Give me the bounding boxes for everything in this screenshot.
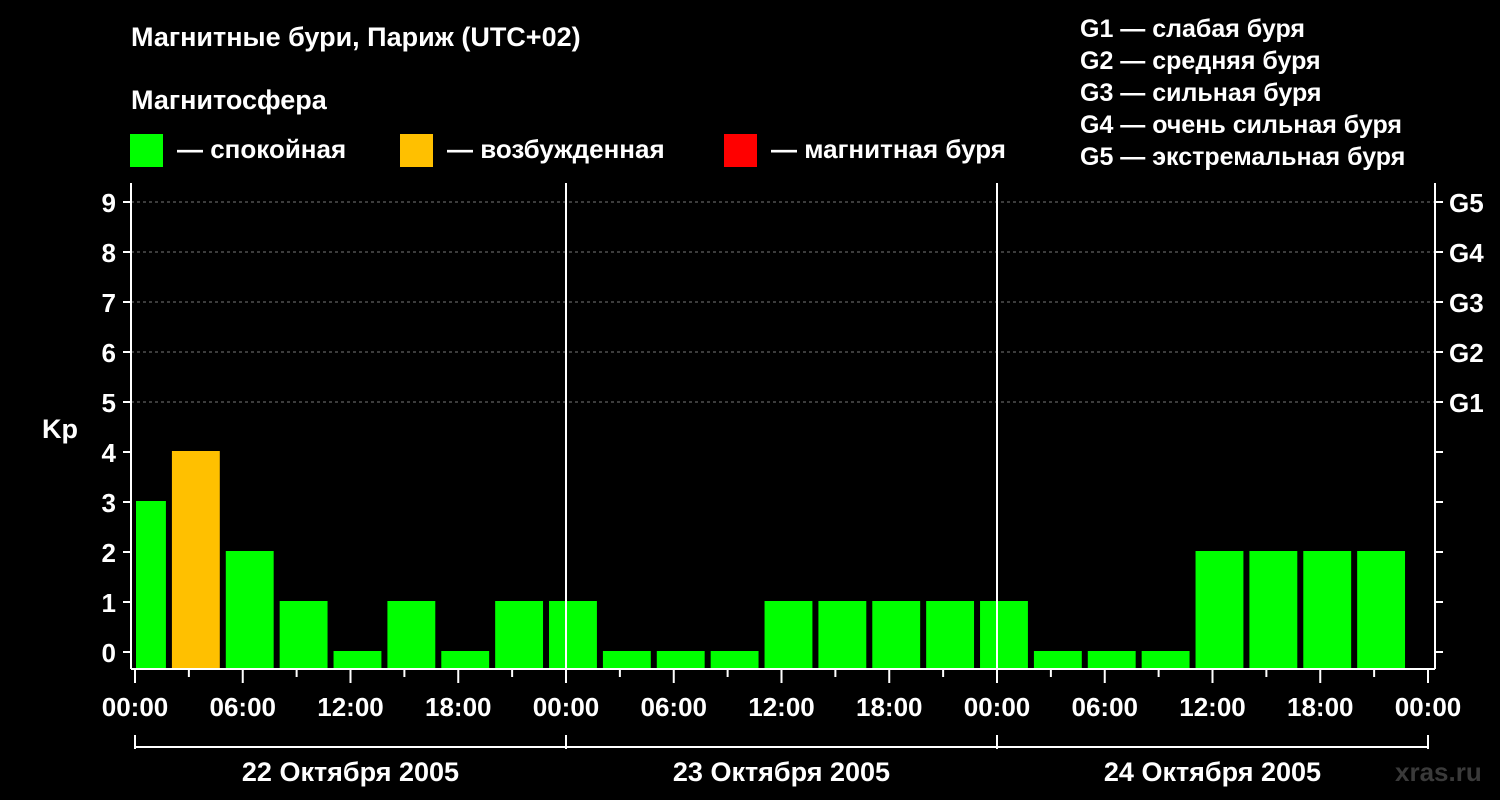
kp-bar	[495, 601, 544, 669]
kp-bar	[1141, 651, 1190, 669]
g-axis-label: G1	[1449, 388, 1484, 418]
kp-bar	[710, 651, 759, 669]
kp-bar	[136, 501, 166, 669]
kp-bar	[926, 601, 975, 669]
y-axis-label: Kp	[42, 414, 78, 444]
x-tick-label: 00:00	[1395, 692, 1462, 722]
kp-bar	[1087, 651, 1136, 669]
x-tick-label: 06:00	[210, 692, 277, 722]
y-tick-label: 9	[102, 188, 116, 218]
kp-bar	[279, 601, 328, 669]
kp-bar	[171, 451, 220, 669]
x-tick-label: 12:00	[748, 692, 815, 722]
y-tick-label: 0	[102, 638, 116, 668]
g-axis-label: G4	[1449, 238, 1484, 268]
kp-bar	[872, 601, 921, 669]
y-tick-label: 5	[102, 388, 116, 418]
day-label: 23 Октября 2005	[673, 757, 890, 787]
kp-bar	[1357, 551, 1406, 669]
kp-bar	[441, 651, 490, 669]
kp-bar	[1033, 651, 1082, 669]
kp-bar	[549, 601, 597, 669]
day-label: 22 Октября 2005	[242, 757, 459, 787]
x-tick-label: 00:00	[964, 692, 1031, 722]
kp-bar	[656, 651, 705, 669]
y-tick-label: 8	[102, 238, 116, 268]
kp-bar	[818, 601, 867, 669]
x-tick-label: 18:00	[856, 692, 923, 722]
kp-bar	[1249, 551, 1298, 669]
x-tick-label: 12:00	[317, 692, 384, 722]
kp-bar	[602, 651, 651, 669]
x-tick-label: 18:00	[1287, 692, 1354, 722]
kp-chart: 0 1 2 3 4 5 6 7 8 9 G1 G2 G3 G4 G5 Kp 00:00 06:00 12:00 18:…	[42, 183, 1484, 787]
x-tick-label: 00:00	[102, 692, 169, 722]
y-tick-label: 2	[102, 538, 116, 568]
kp-bar	[1303, 551, 1352, 669]
kp-bar	[764, 601, 813, 669]
kp-bar	[1195, 551, 1244, 669]
y-tick-label: 4	[102, 438, 117, 468]
y-tick-label: 1	[102, 588, 116, 618]
x-tick-label: 18:00	[425, 692, 492, 722]
y-tick-label: 6	[102, 338, 116, 368]
kp-bar	[225, 551, 274, 669]
x-tick-label: 12:00	[1179, 692, 1246, 722]
y-tick-label: 3	[102, 488, 116, 518]
x-tick-label: 00:00	[533, 692, 600, 722]
kp-bar	[980, 601, 1028, 669]
watermark: xras.ru	[1395, 757, 1482, 787]
x-tick-label: 06:00	[1072, 692, 1139, 722]
g-axis-label: G3	[1449, 288, 1484, 318]
y-tick-label: 7	[102, 288, 116, 318]
kp-bar	[333, 651, 382, 669]
day-label: 24 Октября 2005	[1104, 757, 1321, 787]
x-tick-label: 06:00	[641, 692, 708, 722]
g-axis-label: G2	[1449, 338, 1484, 368]
kp-bar	[387, 601, 436, 669]
g-axis-label: G5	[1449, 188, 1484, 218]
